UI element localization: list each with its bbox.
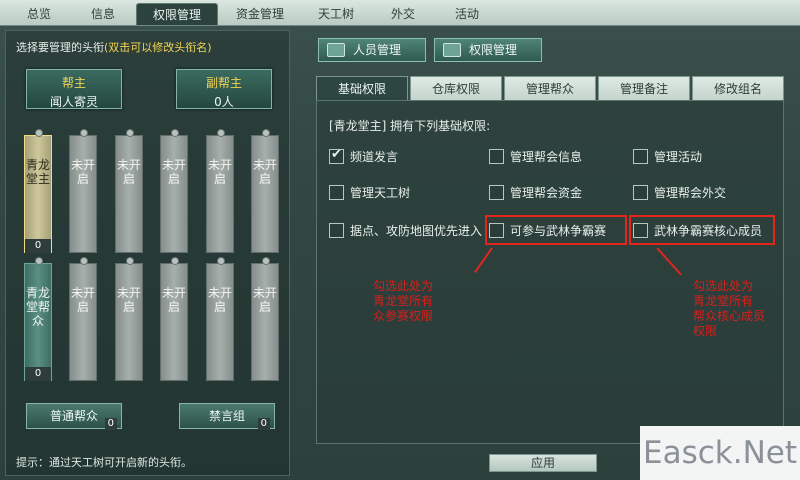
tab-manage-members[interactable]: 管理帮众: [504, 76, 596, 100]
perm-stronghold-priority[interactable]: 据点、攻防地图优先进入: [329, 221, 482, 239]
banner-label: 未开启: [207, 158, 232, 186]
perm-label: 管理天工树: [350, 185, 411, 200]
title-banner-locked[interactable]: 未开启: [206, 129, 234, 253]
banner-label: 未开启: [207, 286, 232, 314]
checkbox[interactable]: [489, 148, 504, 164]
banner-label: 未开启: [70, 158, 95, 186]
title-banner-locked[interactable]: 未开启: [69, 257, 97, 381]
top-tab-bar: 总览 信息 权限管理 资金管理 天工树 外交 活动: [0, 0, 800, 26]
highlight-box-core-member: [629, 215, 775, 245]
tab-funds[interactable]: 资金管理: [220, 3, 300, 25]
permission-header: [青龙堂主] 拥有下列基础权限:: [329, 119, 491, 133]
banner-label: 未开启: [116, 158, 141, 186]
member-count: 0: [104, 418, 117, 430]
vice-leader-plaque[interactable]: 副帮主 0人: [176, 69, 272, 109]
highlight-box-join-contest: [485, 215, 627, 245]
permission-icon: [443, 43, 461, 57]
permission-management-button[interactable]: 权限管理: [434, 38, 542, 62]
perm-label: 管理活动: [654, 149, 703, 164]
perm-label: 据点、攻防地图优先进入: [350, 223, 483, 238]
banner-label: 未开启: [161, 286, 186, 314]
title-banner-locked[interactable]: 未开启: [115, 257, 143, 381]
checkbox[interactable]: [329, 147, 344, 164]
banner-label: 未开启: [252, 158, 277, 186]
banner-label: 未开启: [116, 286, 141, 314]
apply-button[interactable]: 应用: [489, 454, 597, 472]
banner-label: 未开启: [70, 286, 95, 314]
annotation-right: 勾选此处为 青龙堂所有 帮众核心成员 权限: [693, 279, 766, 338]
tab-activities[interactable]: 活动: [436, 3, 498, 25]
banner-label: 青龙堂帮众: [25, 286, 50, 328]
people-icon: [327, 43, 345, 57]
watermark: Easck.Net: [640, 426, 800, 480]
banner-label: 青龙堂主: [25, 158, 50, 186]
perm-manage-activities[interactable]: 管理活动: [633, 147, 702, 165]
hint-text: 提示：通过天工树可开启新的头衔。: [16, 456, 192, 469]
leader-name: 闻人寄灵: [49, 95, 98, 109]
title-banner-locked[interactable]: 未开启: [206, 257, 234, 381]
leader-plaque[interactable]: 帮主 闻人寄灵: [26, 69, 122, 109]
instruction-text: 选择要管理的头衔(双击可以修改头衔名): [16, 41, 212, 54]
title-banner-locked[interactable]: 未开启: [251, 257, 279, 381]
button-label: 普通帮众: [49, 409, 98, 423]
title-banner-locked[interactable]: 未开启: [115, 129, 143, 253]
perm-manage-guild-funds[interactable]: 管理帮会资金: [489, 183, 582, 201]
title-banner-qinglong-hall-master[interactable]: 青龙堂主 0: [24, 129, 52, 253]
annotation-left: 勾选此处为 青龙堂所有 众参赛权限: [373, 279, 434, 323]
muted-group-button[interactable]: 禁言组 0: [179, 403, 275, 430]
perm-manage-tech-tree[interactable]: 管理天工树: [329, 183, 410, 201]
permission-tabs: 基础权限 仓库权限 管理帮众 管理备注 修改组名: [316, 76, 786, 100]
member-count: 0: [257, 418, 270, 430]
tab-rename-group[interactable]: 修改组名: [692, 76, 784, 100]
tab-overview[interactable]: 总览: [8, 3, 70, 25]
button-label: 人员管理: [353, 43, 402, 57]
perm-label: 管理帮会信息: [510, 149, 583, 164]
perm-label: 管理帮会外交: [654, 185, 727, 200]
button-label: 禁言组: [208, 409, 245, 423]
tab-permissions[interactable]: 权限管理: [136, 3, 219, 25]
banner-count: 0: [25, 367, 51, 381]
tab-tech-tree[interactable]: 天工树: [302, 3, 370, 25]
title-banner-locked[interactable]: 未开启: [160, 129, 188, 253]
leader-title: 帮主: [61, 76, 86, 90]
checkbox[interactable]: [633, 184, 648, 200]
basic-permissions-panel: [青龙堂主] 拥有下列基础权限: 频道发言 管理帮会信息 管理活动 管理天工树 …: [316, 100, 784, 444]
banner-label: 未开启: [161, 158, 186, 186]
title-selection-panel: 选择要管理的头衔(双击可以修改头衔名) 帮主 闻人寄灵 副帮主 0人 青龙堂主 …: [5, 30, 290, 476]
checkbox[interactable]: [329, 222, 344, 238]
tab-basic-permissions[interactable]: 基础权限: [316, 76, 408, 100]
tab-diplomacy[interactable]: 外交: [372, 3, 434, 25]
perm-label: 频道发言: [350, 149, 399, 164]
perm-manage-diplomacy[interactable]: 管理帮会外交: [633, 183, 726, 201]
perm-channel-speak[interactable]: 频道发言: [329, 147, 398, 165]
perm-manage-guild-info[interactable]: 管理帮会信息: [489, 147, 582, 165]
tab-manage-notes[interactable]: 管理备注: [598, 76, 690, 100]
checkbox[interactable]: [329, 184, 344, 200]
arrow-right: [656, 247, 682, 276]
vice-leader-count: 0人: [214, 95, 234, 109]
perm-label: 管理帮会资金: [510, 185, 583, 200]
title-banner-locked[interactable]: 未开启: [69, 129, 97, 253]
checkbox[interactable]: [633, 148, 648, 164]
banner-count: 0: [25, 239, 51, 253]
normal-members-button[interactable]: 普通帮众 0: [26, 403, 122, 430]
tab-warehouse-permissions[interactable]: 仓库权限: [410, 76, 502, 100]
instruction-highlight: (双击可以修改头衔名): [104, 41, 212, 54]
people-management-button[interactable]: 人员管理: [318, 38, 426, 62]
title-banner-locked[interactable]: 未开启: [251, 129, 279, 253]
banner-label: 未开启: [252, 286, 277, 314]
arrow-left: [473, 247, 493, 274]
title-banner-qinglong-hall-member[interactable]: 青龙堂帮众 0: [24, 257, 52, 381]
title-banner-locked[interactable]: 未开启: [160, 257, 188, 381]
tab-info[interactable]: 信息: [72, 3, 134, 25]
button-label: 权限管理: [469, 43, 518, 57]
vice-leader-title: 副帮主: [205, 76, 242, 90]
checkbox[interactable]: [489, 184, 504, 200]
